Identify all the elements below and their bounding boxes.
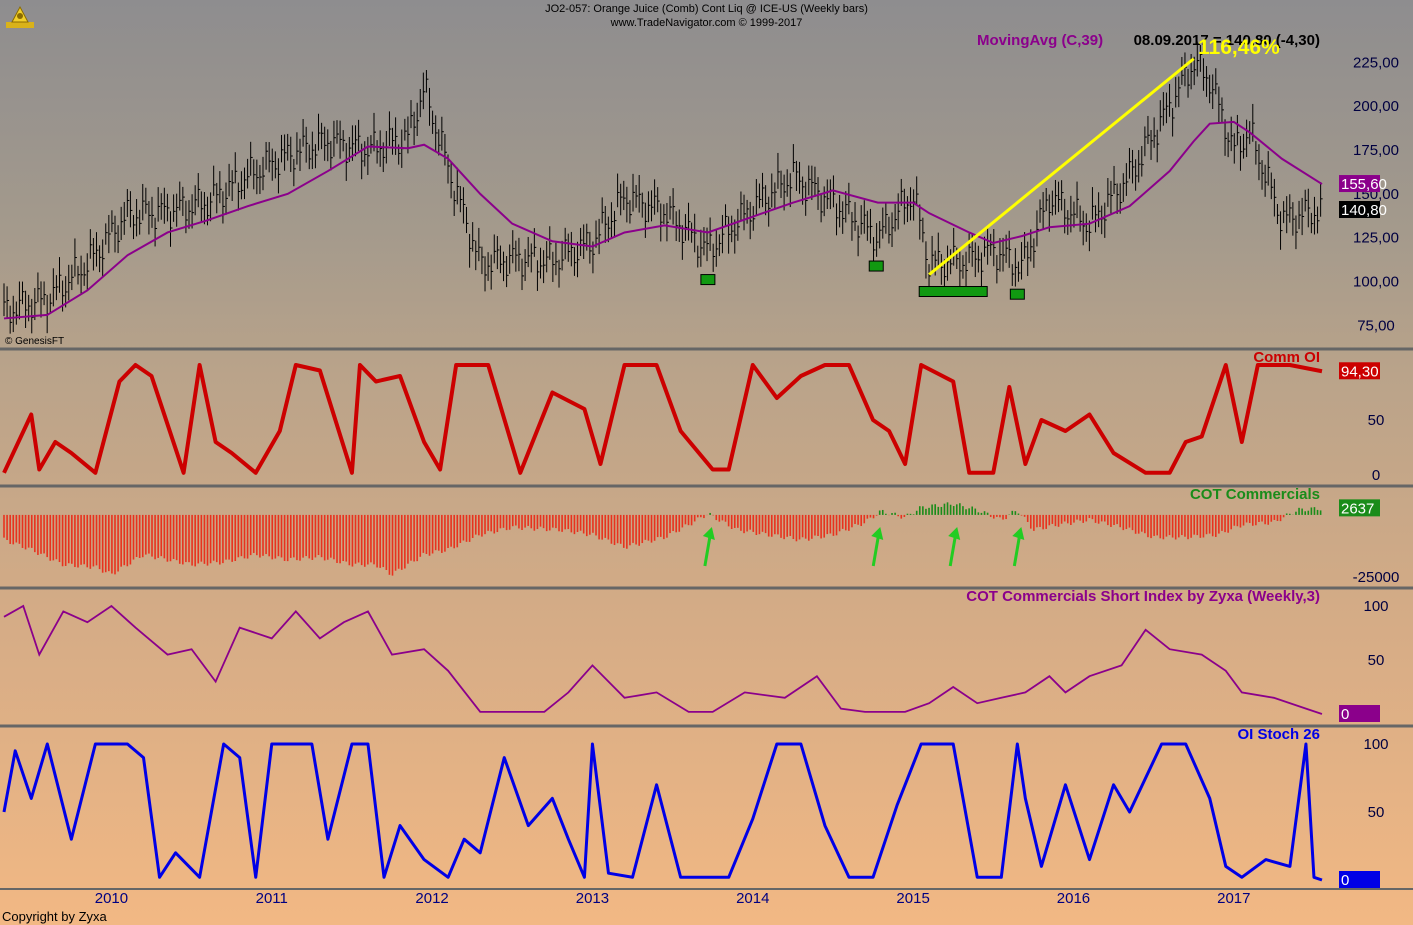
buy-marker	[868, 260, 884, 272]
x-tick-label: 2016	[1057, 890, 1090, 907]
y-tick-label: 100	[1363, 598, 1388, 615]
x-tick-label: 2012	[415, 890, 448, 907]
buy-marker	[700, 274, 716, 286]
oi-stoch-line	[2, 742, 1323, 882]
last-value-label: 0	[1341, 706, 1349, 723]
x-tick-label: 2015	[896, 890, 929, 907]
y-tick-label: 100,00	[1353, 274, 1399, 291]
y-tick-label: -25000	[1353, 569, 1400, 586]
ma-legend: MovingAvg (C,39)	[977, 32, 1103, 49]
panel-legend: Comm OI	[1253, 349, 1320, 366]
y-tick-label: 0	[1372, 467, 1380, 484]
panel-legend: COT Commercials Short Index by Zyxa (Wee…	[966, 588, 1320, 605]
y-tick-label: 50	[1368, 804, 1385, 821]
y-tick-label: 175,00	[1353, 142, 1399, 159]
last-value-label: 0	[1341, 872, 1349, 889]
y-tick-label: 200,00	[1353, 98, 1399, 115]
y-tick-label: 125,00	[1353, 230, 1399, 247]
last-value-label: 140,80	[1341, 202, 1387, 219]
data-source-label: © GenesisFT	[5, 336, 64, 347]
short-index-line	[3, 604, 1323, 715]
y-tick-label: 50	[1368, 412, 1385, 429]
x-tick-label: 2010	[95, 890, 128, 907]
y-tick-label: 225,00	[1353, 54, 1399, 71]
trendline	[928, 57, 1195, 276]
x-tick-label: 2017	[1217, 890, 1250, 907]
copyright-label: Copyright by Zyxa	[2, 909, 108, 924]
x-tick-label: 2014	[736, 890, 769, 907]
buy-marker	[1009, 288, 1025, 300]
x-tick-label: 2013	[576, 890, 609, 907]
y-tick-label: 50	[1368, 652, 1385, 669]
last-value-label: 2637	[1341, 500, 1374, 517]
buy-marker	[918, 286, 988, 298]
last-value-label: 155,60	[1341, 176, 1387, 193]
last-value-label: 94,30	[1341, 363, 1379, 380]
panel-legend: OI Stoch 26	[1237, 726, 1320, 743]
chart-root: 75,00100,00125,00150,00175,00200,00225,0…	[0, 32, 1413, 924]
x-tick-label: 2011	[256, 890, 288, 907]
y-tick-label: 75,00	[1357, 317, 1395, 334]
trend-gain-annotation: 116,46%	[1198, 36, 1280, 59]
panel-legend: COT Commercials	[1190, 486, 1320, 503]
y-tick-label: 100	[1363, 736, 1388, 753]
comm-oi-line	[2, 363, 1323, 475]
